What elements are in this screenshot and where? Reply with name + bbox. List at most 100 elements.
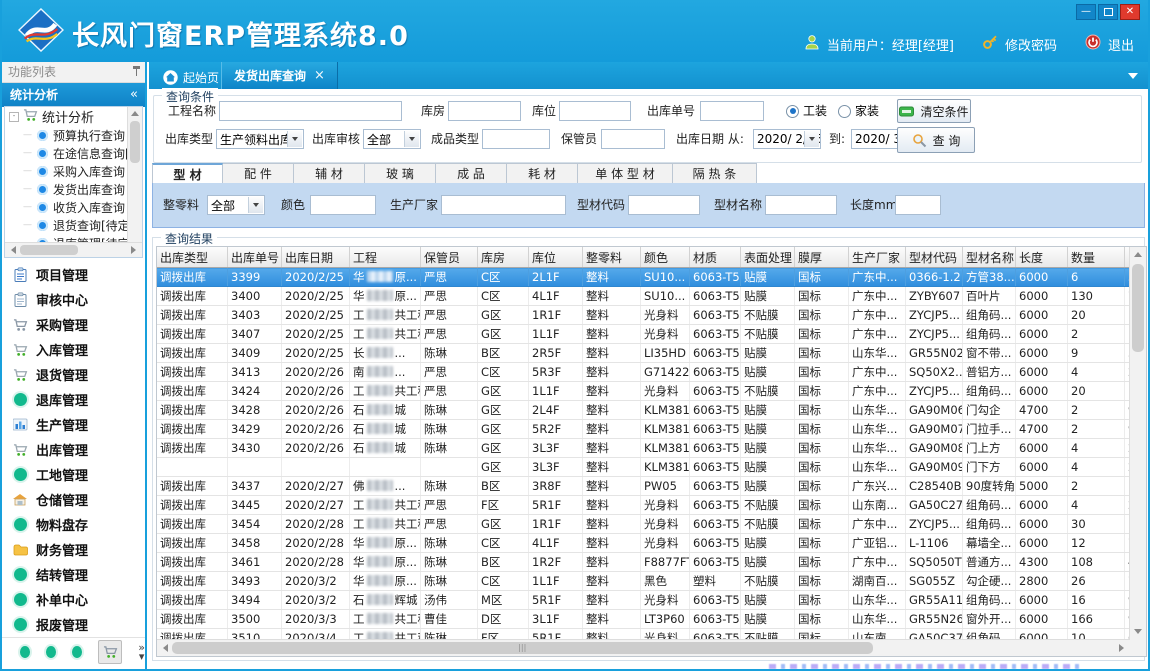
length-input[interactable] (895, 195, 941, 215)
column-header[interactable]: 整零料 (583, 247, 641, 268)
tree-item[interactable]: —发货出库查询 (5, 180, 142, 198)
tab-close-icon[interactable]: × (314, 68, 325, 83)
tree-hscrollbar[interactable] (5, 242, 142, 257)
column-header[interactable]: 型材名称 (963, 247, 1016, 268)
column-header[interactable]: 库位 (529, 247, 583, 268)
column-header[interactable]: 出库日期 (282, 247, 350, 268)
product-type-input[interactable] (482, 129, 550, 149)
sidebar-item[interactable]: 采购管理 (2, 312, 145, 337)
table-row[interactable]: 调拨出库34542020/2/28工共工程严思G区1R1F整料光身料6063-T… (157, 515, 1147, 534)
tree-item[interactable]: —退货查询[待定] (5, 216, 142, 234)
sidebar-item[interactable]: 财务管理 (2, 537, 145, 562)
cart-button[interactable] (98, 640, 122, 664)
sidebar-item[interactable]: 补单中心 (2, 587, 145, 612)
minimize-button[interactable]: — (1076, 4, 1096, 20)
collapse-icon[interactable]: « (130, 83, 138, 107)
sidebar-item[interactable]: 结转管理 (2, 562, 145, 587)
maximize-button[interactable] (1098, 4, 1118, 20)
material-tab[interactable]: 玻 璃 (365, 163, 436, 184)
column-header[interactable]: 长度 (1016, 247, 1068, 268)
sidebar-item[interactable]: 工地管理 (2, 462, 145, 487)
sidebar-item[interactable]: 审核中心 (2, 287, 145, 312)
tree-expander-icon[interactable]: - (9, 112, 19, 122)
column-header[interactable]: 型材代码 (906, 247, 963, 268)
table-row[interactable]: 调拨出库34072020/2/25工共工程严思G区1L1F整料光身料6063-T… (157, 325, 1147, 344)
column-header[interactable]: 数量 (1068, 247, 1125, 268)
order-no-input[interactable] (700, 101, 764, 121)
change-password-link[interactable]: 修改密码 (1005, 35, 1057, 54)
sidebar-item[interactable]: 物料盘存 (2, 512, 145, 537)
location-input[interactable] (559, 101, 631, 121)
pin-icon[interactable] (136, 69, 137, 76)
sidebar-item[interactable]: 入库管理 (2, 337, 145, 362)
column-header[interactable]: 颜色 (641, 247, 690, 268)
table-row[interactable]: 调拨出库34282020/2/26石城陈琳G区2L4F整料KLM38176063… (157, 401, 1147, 420)
project-name-input[interactable] (219, 101, 402, 121)
sidebar-item[interactable]: 仓储管理 (2, 487, 145, 512)
tree-item[interactable]: —预算执行查询 (5, 126, 142, 144)
material-tab[interactable]: 隔 热 条 (673, 163, 757, 184)
chevron-more-icon[interactable]: »▾ (138, 643, 145, 661)
table-row[interactable]: 调拨出库34292020/2/26石城陈琳G区5R2F整料KLM38176063… (157, 420, 1147, 439)
column-header[interactable]: 库房 (478, 247, 529, 268)
date-from-picker[interactable]: 2020/ 2/16 (753, 129, 821, 149)
tab-home[interactable]: 起始页 (153, 65, 229, 89)
column-header[interactable]: 表面处理 (741, 247, 795, 268)
tab-active[interactable]: 发货出库查询 × (221, 62, 338, 89)
table-row[interactable]: G区3L3F整料KLM38176063-T5贴膜国标山东华...GA90M09.… (157, 458, 1147, 477)
keeper-input[interactable] (601, 129, 665, 149)
sidebar-item[interactable]: 报废管理 (2, 612, 145, 637)
profile-code-input[interactable] (628, 195, 700, 215)
table-row[interactable]: 调拨出库34612020/2/28华原...陈琳B区1R2F整料F8877FT6… (157, 553, 1147, 572)
material-tab[interactable]: 耗 材 (507, 163, 578, 184)
table-row[interactable]: 调拨出库34002020/2/25华原...严思C区4L1F整料SU10...6… (157, 287, 1147, 306)
table-row[interactable]: 调拨出库34032020/2/25工共工程严思G区1R1F整料光身料6063-T… (157, 306, 1147, 325)
table-row[interactable]: 调拨出库33992020/2/25华原...严思C区2L1F整料SU10...6… (157, 268, 1147, 287)
search-button[interactable]: 查 询 (897, 127, 975, 153)
whole-part-combo[interactable]: 全部 (207, 195, 265, 215)
table-row[interactable]: 调拨出库34452020/2/27工共工程严思F区5R1F整料光身料6063-T… (157, 496, 1147, 515)
sidebar-item[interactable]: 出库管理 (2, 437, 145, 462)
material-tab[interactable]: 型 材 (152, 163, 223, 184)
audit-combo[interactable]: 全部 (363, 129, 421, 149)
dot-icon[interactable] (20, 646, 30, 658)
table-row[interactable]: 调拨出库34132020/2/26南...严思C区5R3F整料G71422606… (157, 363, 1147, 382)
column-header[interactable]: 出库单号 (228, 247, 282, 268)
material-tab[interactable]: 配 件 (223, 163, 294, 184)
column-header[interactable]: 膜厚 (795, 247, 849, 268)
out-type-combo[interactable]: 生产领料出库 (216, 129, 304, 149)
close-button[interactable]: ✕ (1120, 4, 1140, 20)
material-tab[interactable]: 辅 材 (294, 163, 365, 184)
tree-item[interactable]: —收货入库查询 (5, 198, 142, 216)
column-header[interactable]: 出库类型 (157, 247, 228, 268)
table-hscrollbar[interactable] (157, 639, 1130, 656)
sidebar-item[interactable]: 项目管理 (2, 262, 145, 287)
warehouse-input[interactable] (448, 101, 521, 121)
table-row[interactable]: 调拨出库34582020/2/28华原...陈琳C区4L1F整料光身料6063-… (157, 534, 1147, 553)
section-header[interactable]: 统计分析 « (2, 83, 145, 107)
table-row[interactable]: 调拨出库34932020/3/2华原...陈琳C区1L1F整料黑色塑料不贴膜国标… (157, 572, 1147, 591)
dot-icon[interactable] (72, 646, 82, 658)
tree-item[interactable]: —在途信息查询[待 (5, 144, 142, 162)
logout-link[interactable]: 退出 (1108, 35, 1134, 54)
tree-vscrollbar[interactable] (127, 107, 142, 243)
material-tab[interactable]: 单 体 型 材 (578, 163, 673, 184)
sidebar-item[interactable]: 生产管理 (2, 412, 145, 437)
material-tab[interactable]: 成 品 (436, 163, 507, 184)
column-header[interactable]: 保管员 (421, 247, 478, 268)
tree-root[interactable]: -统计分析 (5, 107, 142, 126)
maker-input[interactable] (441, 195, 566, 215)
column-header[interactable]: 生产厂家 (849, 247, 906, 268)
column-header[interactable]: 工程 (350, 247, 421, 268)
table-row[interactable]: 调拨出库34242020/2/26工共工程严思G区1L1F整料光身料6063-T… (157, 382, 1147, 401)
profile-name-input[interactable] (765, 195, 837, 215)
dot-icon[interactable] (46, 646, 56, 658)
tree-item[interactable]: —采购入库查询 (5, 162, 142, 180)
table-row[interactable]: 调拨出库34302020/2/26石城陈琳G区3L3F整料KLM38176063… (157, 439, 1147, 458)
clear-conditions-button[interactable]: 清空条件 (897, 99, 971, 123)
radio-gongzhuang[interactable]: 工装 (786, 101, 827, 121)
table-row[interactable]: 调拨出库34092020/2/25长...陈琳B区2R5F整料LI35HD606… (157, 344, 1147, 363)
table-row[interactable]: 调拨出库35002020/3/3工共工程曹佳D区3L1F整料LT3P606063… (157, 610, 1147, 629)
sidebar-item[interactable]: 退库管理 (2, 387, 145, 412)
column-header[interactable]: 材质 (690, 247, 741, 268)
